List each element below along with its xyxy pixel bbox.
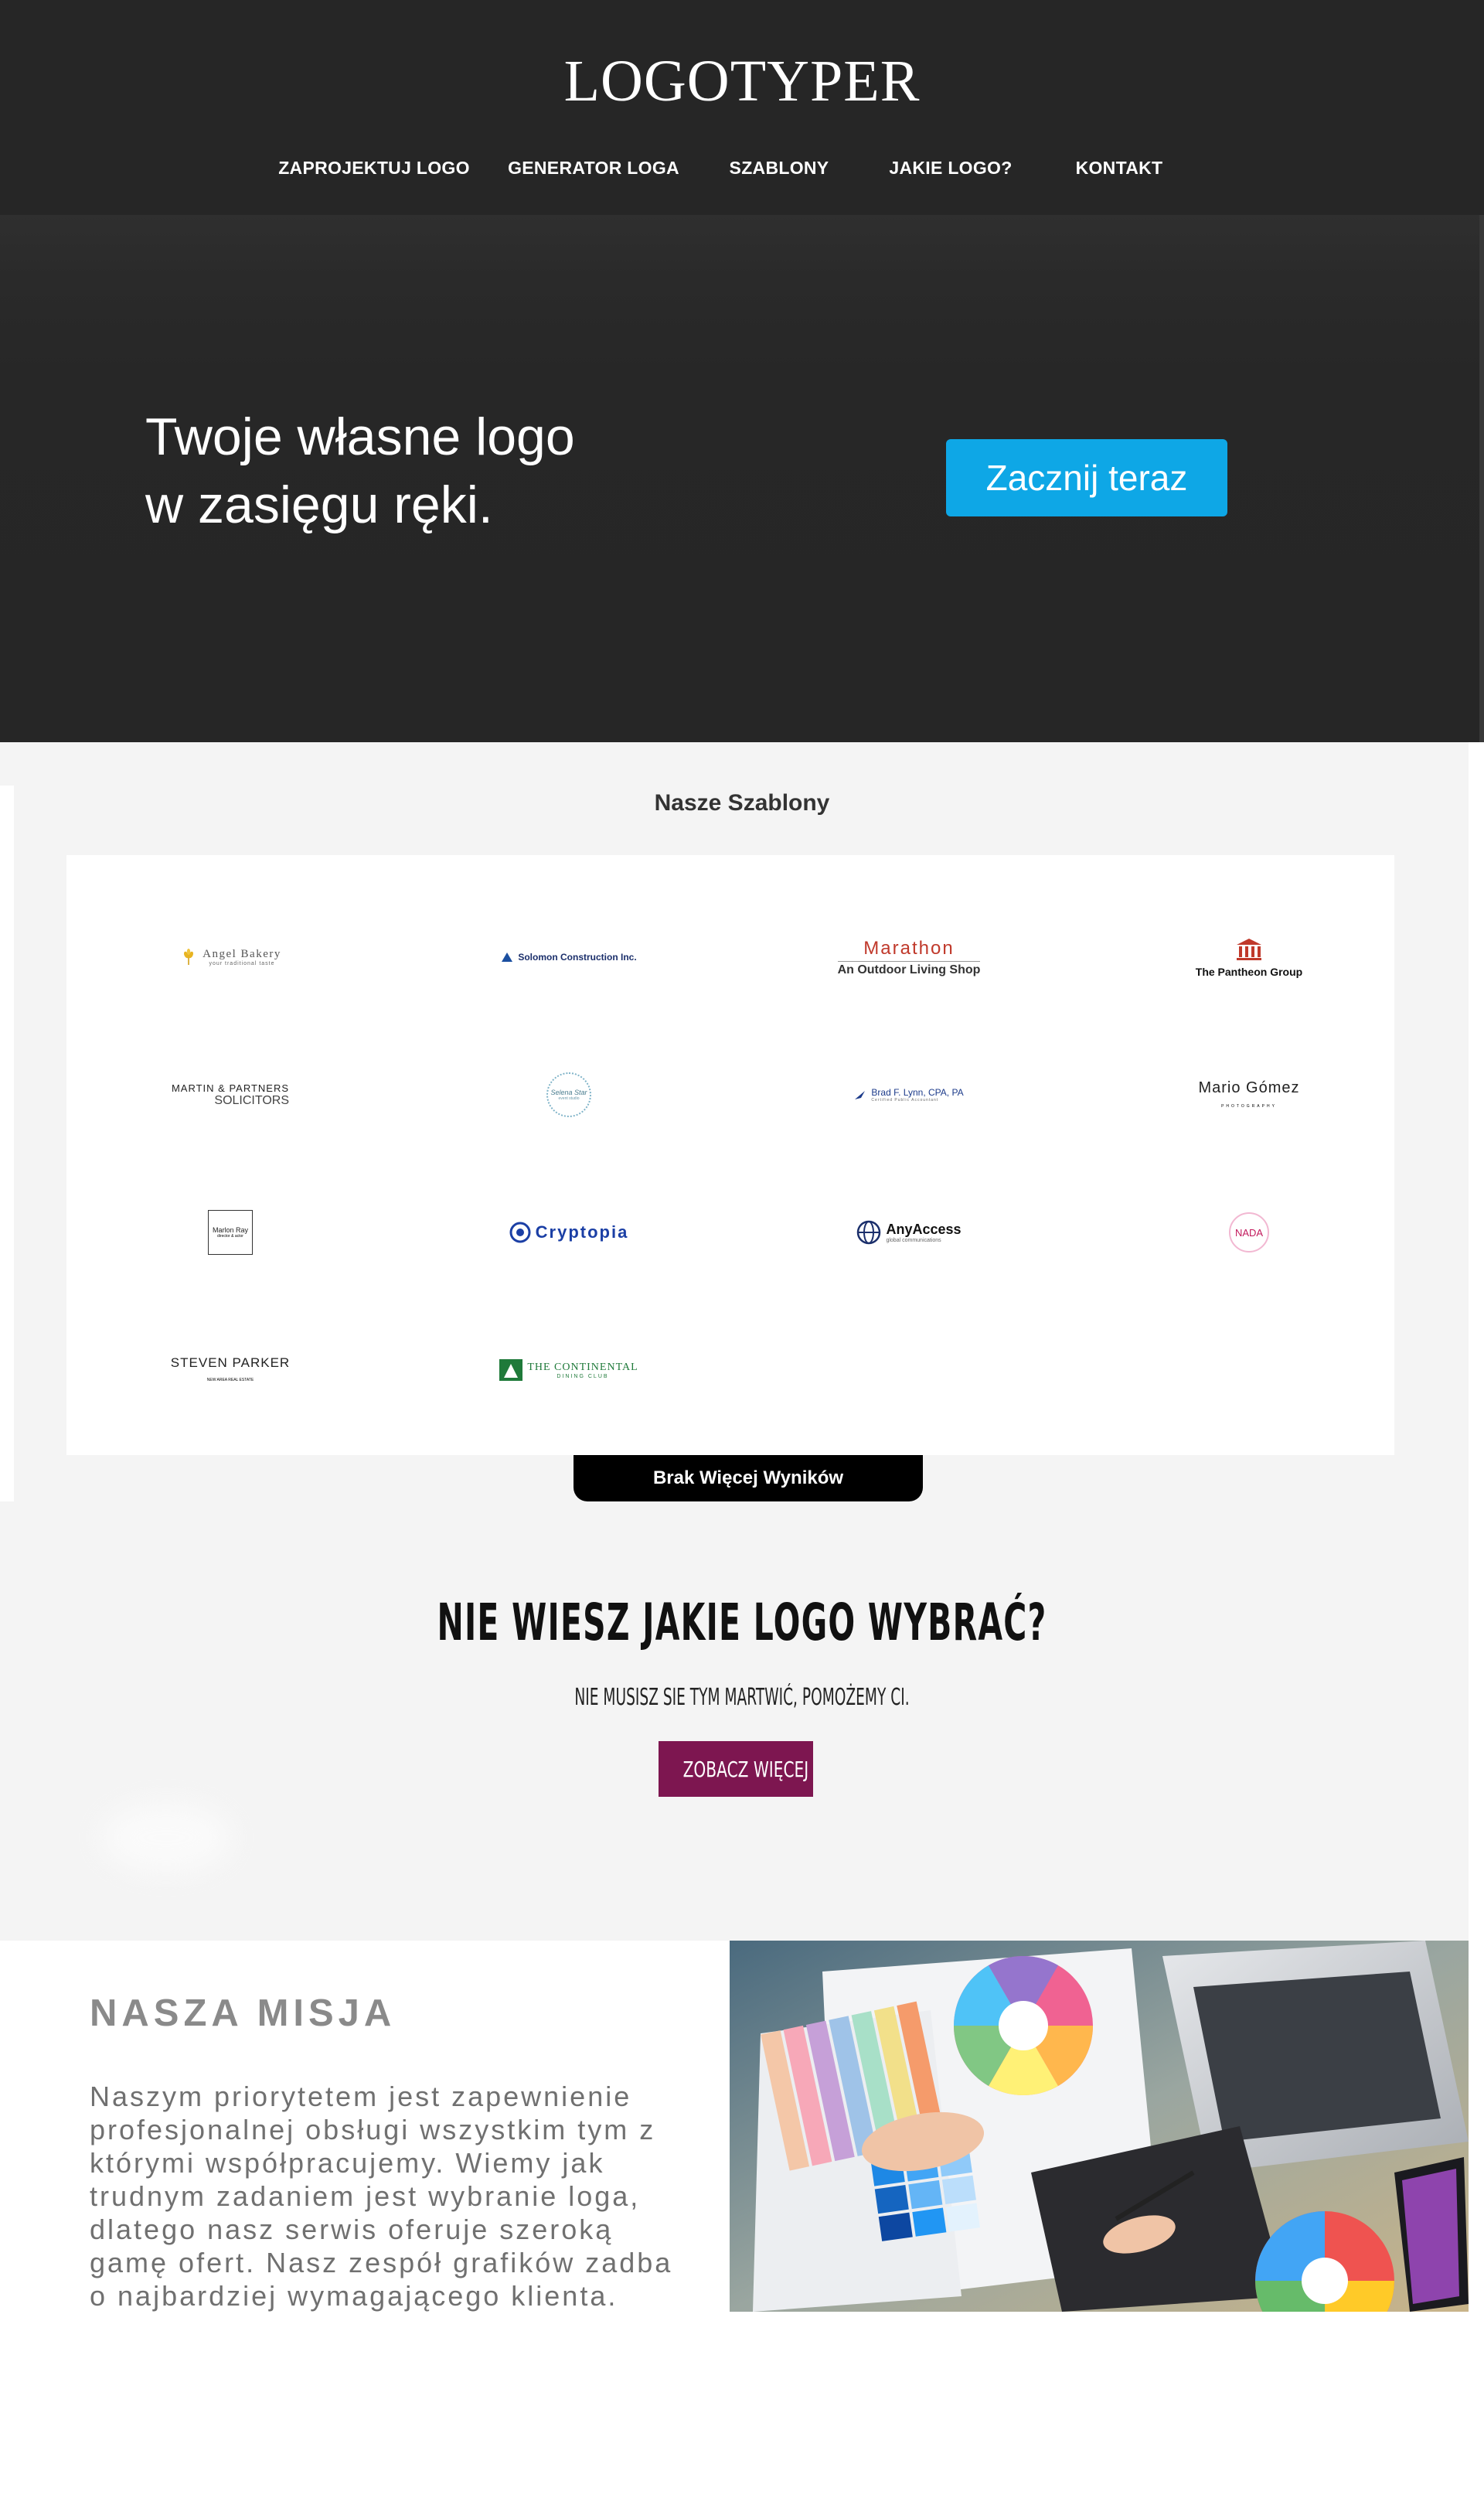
template-logo-marlon-ray[interactable]: Marlon Ray director & actor: [68, 1171, 393, 1294]
template-logo-angel-bakery[interactable]: Angel Bakery your traditional taste: [68, 895, 393, 1019]
logo-name: MARTIN & PARTNERS: [171, 1082, 290, 1094]
mission-line: gamę ofert. Nasz zespół grafików zadba: [90, 2247, 673, 2278]
see-more-label: ZOBACZ WIĘCEJ: [682, 1756, 809, 1782]
hero-title-line-1: Twoje własne logo: [145, 407, 575, 466]
designer-desk-image: [730, 1941, 1469, 2312]
templates-section: Nasze Szablony Angel Bakery your traditi…: [0, 742, 1469, 1532]
mission-text: Naszym priorytetem jest zapewnienie prof…: [90, 2080, 708, 2312]
logo-name: Mario Gómez: [1198, 1079, 1300, 1096]
template-logo-solomon-construction[interactable]: Solomon Construction Inc.: [407, 895, 731, 1019]
feather-icon: [855, 1091, 866, 1099]
coin-icon: [509, 1222, 531, 1243]
start-now-button[interactable]: Zacznij teraz: [946, 439, 1227, 516]
mission-line: którymi współpracujemy. Wiemy jak: [90, 2147, 605, 2179]
logo-tagline: An Outdoor Living Shop: [837, 963, 981, 976]
logo-name: Marlon Ray: [212, 1226, 248, 1234]
template-logo-martin-partners[interactable]: MARTIN & PARTNERS SOLICITORS: [68, 1033, 393, 1157]
template-logo-brad-lynn[interactable]: Brad F. Lynn, CPA, PA Certified Public A…: [747, 1033, 1071, 1157]
logo-name: Brad F. Lynn, CPA, PA: [871, 1087, 964, 1098]
logo-name: AnyAccess: [886, 1222, 962, 1237]
mission-line: dlatego nasz serwis oferuje szeroką: [90, 2214, 614, 2245]
decorative-blur: [100, 1803, 232, 1873]
see-more-button[interactable]: ZOBACZ WIĘCEJ: [659, 1741, 813, 1797]
template-logo-continental[interactable]: THE CONTINENTAL DINING CLUB: [407, 1308, 731, 1432]
mission-line: o najbardziej wymagającego klienta.: [90, 2280, 618, 2312]
help-section: NIE WIESZ JAKIE LOGO WYBRAĆ? NIE MUSISZ …: [0, 1532, 1469, 1941]
logo-tagline: SOLICITORS: [214, 1093, 290, 1107]
templates-title: Nasze Szablony: [654, 790, 830, 816]
triangle-icon: [502, 953, 513, 962]
logo-tagline: event studio: [558, 1096, 580, 1101]
site-logo[interactable]: LOGOTYPER: [0, 48, 1484, 115]
logo-tagline: global communications: [886, 1238, 941, 1243]
nav-item-jakie-logo[interactable]: JAKIE LOGO?: [889, 158, 1012, 179]
site-header: LOGOTYPER ZAPROJEKTUJ LOGO GENERATOR LOG…: [0, 0, 1484, 215]
mission-line: profesjonalnej obsługi wszystkim tym z: [90, 2114, 656, 2145]
logo-name: The Pantheon Group: [1195, 965, 1303, 978]
logo-tagline: director & actor: [217, 1234, 243, 1239]
logo-tagline: your traditional taste: [209, 961, 275, 966]
template-logo-steven-parker[interactable]: STEVEN PARKER NEW AREA REAL ESTATE: [68, 1308, 393, 1432]
nav-item-zaprojektuj-logo[interactable]: ZAPROJEKTUJ LOGO: [278, 158, 470, 179]
mission-title: NASZA MISJA: [90, 1992, 397, 2034]
help-subtitle: NIE MUSISZ SIE TYM MARTWIĆ, POMOŻEMY CI.: [574, 1684, 910, 1711]
template-logo-cryptopia[interactable]: Cryptopia: [407, 1171, 731, 1294]
template-logo-mario-gomez[interactable]: Mario Gómez PHOTOGRAPHY: [1087, 1033, 1411, 1157]
template-logo-nada[interactable]: NADA: [1087, 1171, 1411, 1294]
mission-line: trudnym zadaniem jest wybranie loga,: [90, 2180, 641, 2212]
template-logo-pantheon-group[interactable]: The Pantheon Group: [1087, 895, 1411, 1019]
template-logo-selena-star[interactable]: Selena Star event studio: [407, 1033, 731, 1157]
logo-name: THE CONTINENTAL: [527, 1361, 638, 1373]
nav-item-kontakt[interactable]: KONTAKT: [1076, 158, 1163, 179]
wheat-icon: [184, 949, 194, 965]
hero-title-line-2: w zasięgu ręki.: [145, 475, 493, 534]
globe-icon: [857, 1220, 881, 1245]
hero-section: Twoje własne logo w zasięgu ręki. Zaczni…: [0, 215, 1484, 742]
logo-tagline: DINING CLUB: [556, 1373, 609, 1379]
templates-grid: Angel Bakery your traditional taste Solo…: [66, 855, 1394, 1455]
template-logo-anyaccess[interactable]: AnyAccess global communications: [747, 1171, 1071, 1294]
logo-tagline: NEW AREA REAL ESTATE: [206, 1378, 254, 1382]
mission-line: Naszym priorytetem jest zapewnienie: [90, 2081, 632, 2112]
nav-item-szablony[interactable]: SZABLONY: [730, 158, 829, 179]
nav-item-generator-loga[interactable]: GENERATOR LOGA: [508, 158, 679, 179]
logo-name: Angel Bakery: [203, 948, 281, 960]
logo-name: Marathon: [863, 937, 955, 959]
logo-tagline: Certified Public Accountant: [871, 1098, 939, 1103]
main-nav: ZAPROJEKTUJ LOGO GENERATOR LOGA SZABLONY…: [0, 158, 1484, 181]
logo-name: Cryptopia: [535, 1222, 629, 1242]
help-title: NIE WIESZ JAKIE LOGO WYBRAĆ?: [437, 1593, 1047, 1652]
logo-tagline: PHOTOGRAPHY: [1221, 1103, 1277, 1109]
temple-icon: [1236, 938, 1261, 960]
no-more-results-button[interactable]: Brak Więcej Wyników: [574, 1455, 923, 1501]
template-logo-marathon[interactable]: Marathon An Outdoor Living Shop: [747, 895, 1071, 1019]
logo-name: Solomon Construction Inc.: [518, 952, 637, 963]
templates-left-edge: [0, 786, 14, 1501]
hero-edge: [1479, 215, 1484, 742]
logo-name: Selena Star: [550, 1089, 587, 1096]
tent-icon: [499, 1359, 523, 1381]
hero-title: Twoje własne logo w zasięgu ręki.: [145, 403, 575, 539]
logo-name: STEVEN PARKER: [170, 1355, 291, 1370]
logo-name: NADA: [1234, 1226, 1264, 1239]
